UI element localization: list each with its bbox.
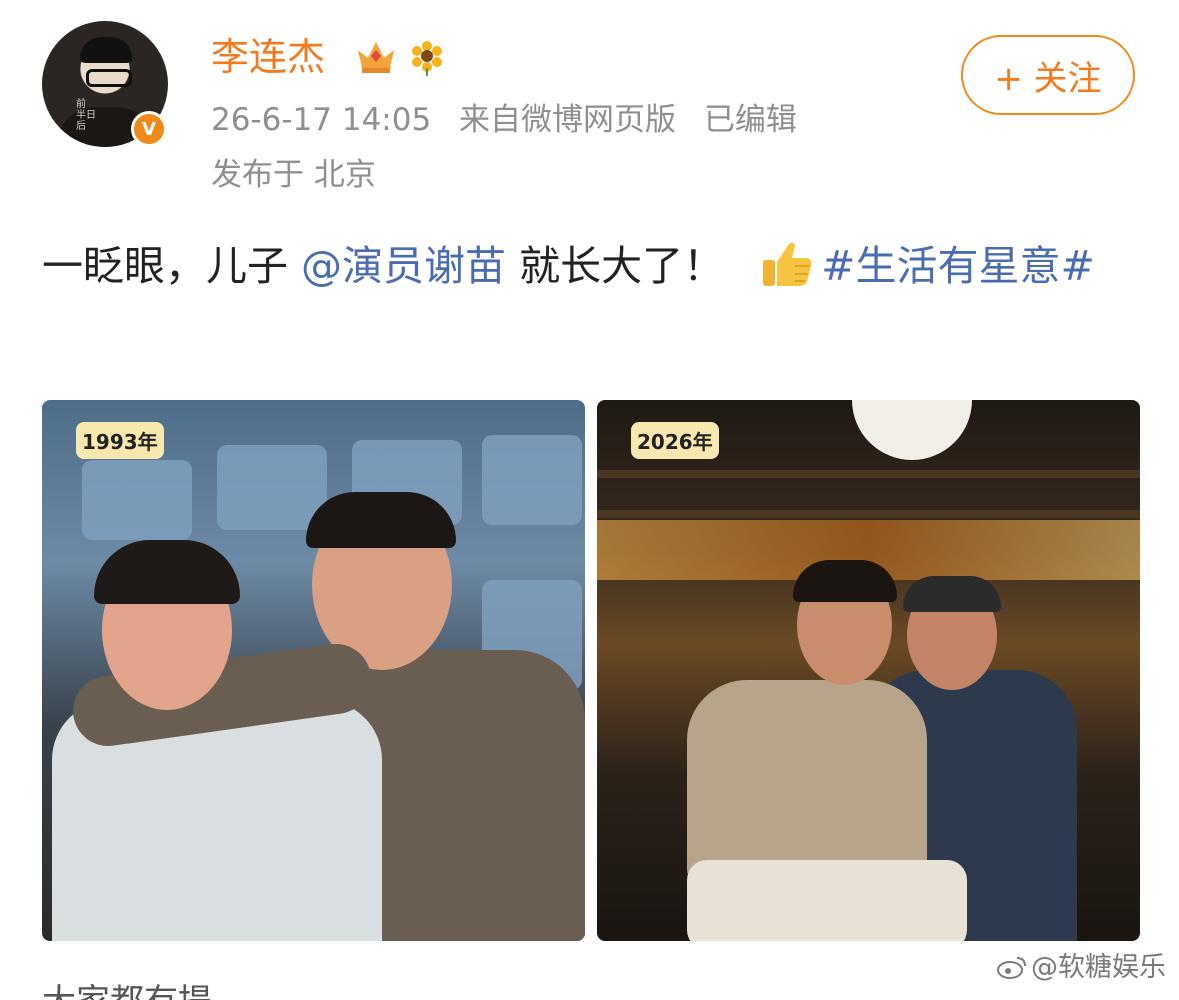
crown-icon	[358, 42, 394, 73]
kid-hair	[94, 540, 240, 604]
year-tag-1993: 1993年	[76, 422, 164, 459]
watermark-text: @软糖娱乐	[1031, 952, 1166, 983]
avatar-caption: 前 半日 后	[76, 99, 96, 132]
content-text: 一眨眼，儿子	[42, 242, 288, 290]
younger-man-legs	[687, 860, 967, 941]
bar-shelf	[597, 470, 1140, 478]
verified-badge: V	[131, 111, 167, 147]
weibo-logo-icon	[997, 957, 1026, 979]
post-source: 来自微博网页版	[459, 102, 677, 138]
post-meta: 26-6-17 14:05 来自微博网页版 已编辑	[211, 100, 815, 140]
sunflower-icon	[412, 41, 442, 76]
post-location: 发布于 北京	[211, 157, 376, 193]
studio-lamp	[852, 400, 972, 460]
mention-link[interactable]: @演员谢苗	[301, 242, 506, 290]
younger-man-body	[687, 680, 927, 880]
post-timestamp[interactable]: 26-6-17 14:05	[211, 102, 431, 138]
photo-1993[interactable]: 1993年	[42, 400, 585, 941]
avatar-glasses	[86, 69, 132, 87]
stadium-seat	[82, 460, 192, 540]
year-tag-2026: 2026年	[631, 422, 719, 459]
photo-2026[interactable]: 2026年	[597, 400, 1140, 941]
follow-button[interactable]: + 关注	[961, 35, 1135, 115]
thumbs-up-icon	[763, 242, 812, 286]
avatar-cap	[80, 37, 132, 63]
younger-man-hair	[793, 560, 897, 602]
man-hair	[306, 492, 456, 548]
older-man-hair	[903, 576, 1001, 612]
edited-label[interactable]: 已编辑	[704, 102, 797, 138]
post-content: 一眨眼，儿子 @演员谢苗 就长大了！ #生活有星意#	[42, 234, 1132, 298]
weibo-post: 前 半日 后 V 李连杰 26-6-17 14:05 来自微博网页版 已编辑 发…	[0, 0, 1179, 1000]
watermark: @软糖娱乐	[997, 950, 1166, 986]
author-name[interactable]: 李连杰	[211, 34, 325, 80]
content-text-2: 就长大了！	[519, 242, 725, 290]
stadium-seat	[482, 435, 582, 525]
cut-off-text: 大家都有提	[42, 982, 212, 1000]
stadium-seat	[217, 445, 327, 530]
hashtag-link[interactable]: #生活有星意#	[821, 242, 1095, 290]
bar-shelf	[597, 510, 1140, 518]
